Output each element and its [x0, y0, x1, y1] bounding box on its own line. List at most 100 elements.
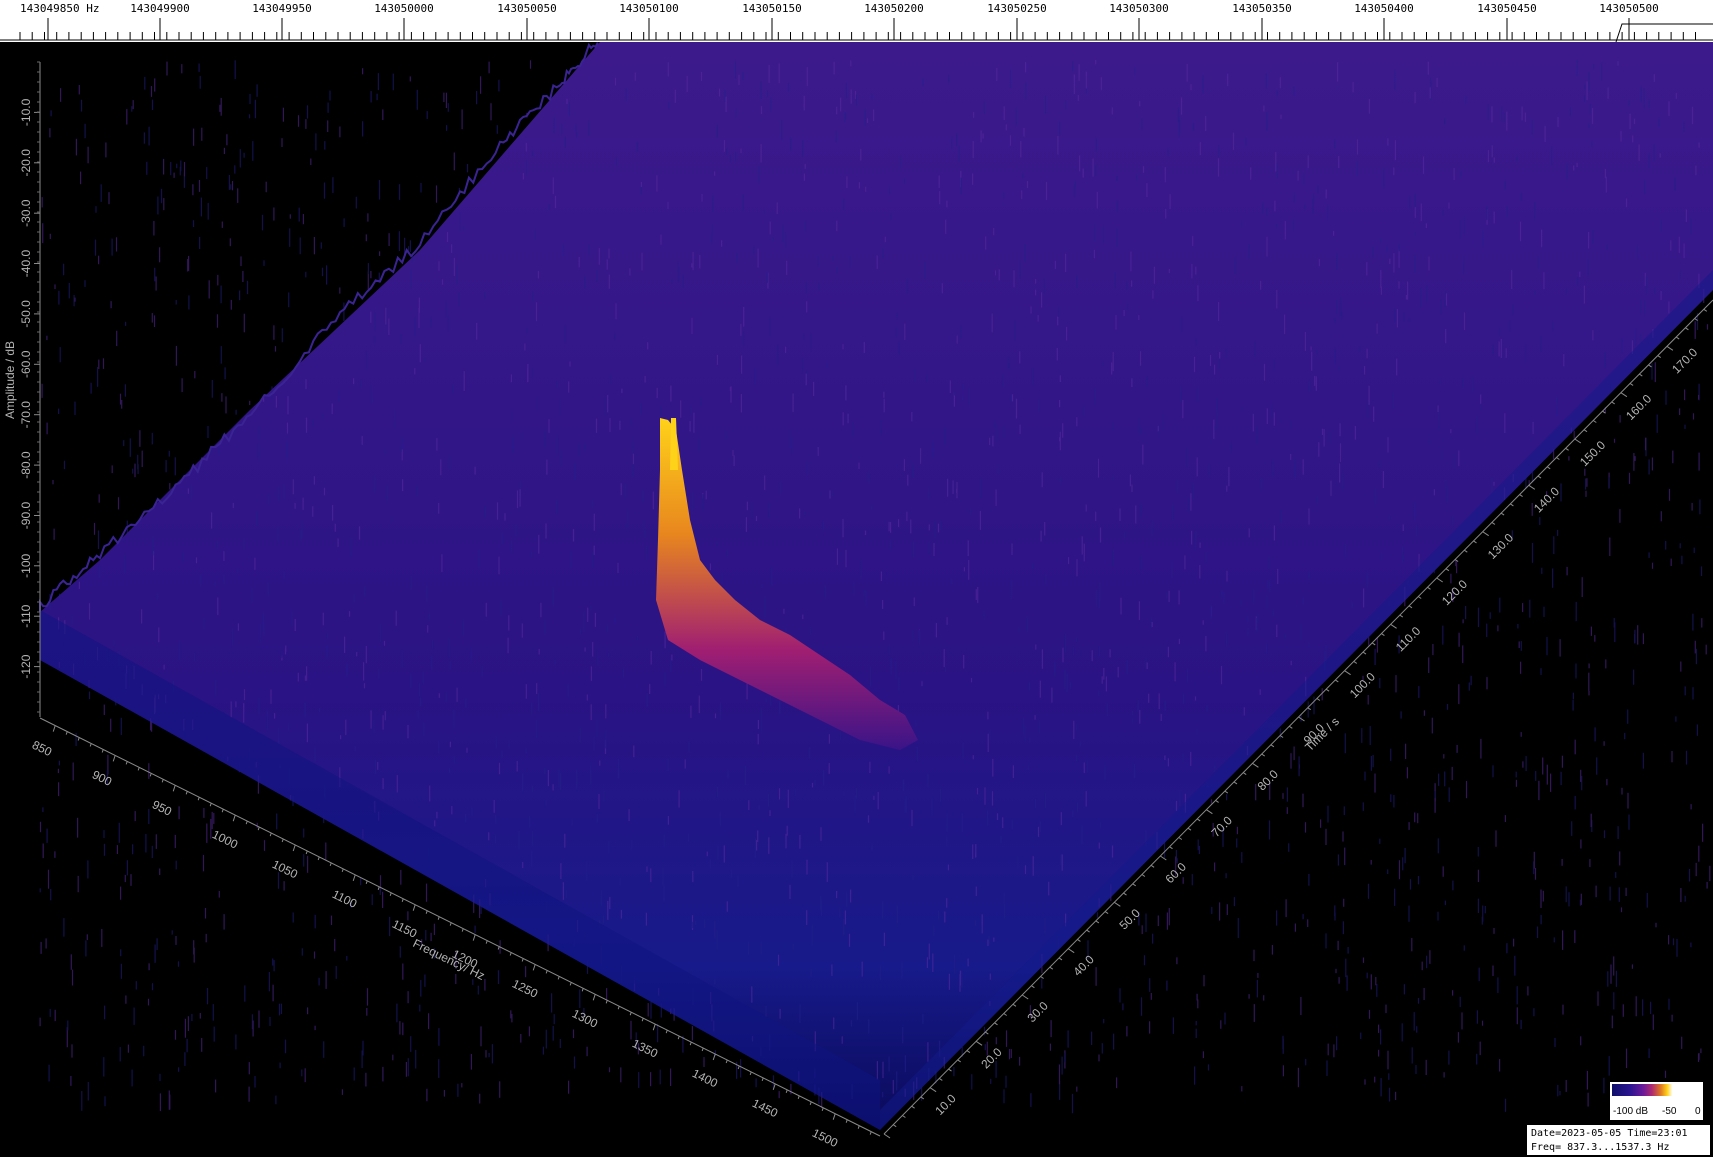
time-tick [1620, 392, 1628, 398]
frequency-tick-label: 1450 [750, 1096, 780, 1120]
time-tick [1583, 429, 1588, 433]
time-tick [1289, 725, 1293, 729]
frequency-tick-label: 1250 [510, 977, 540, 1001]
time-tick-label: 100.0 [1347, 669, 1378, 700]
info-date-time: Date=2023-05-05 Time=23:01 [1531, 1128, 1688, 1139]
top-ruler-tick-label: 143050450 [1477, 2, 1537, 15]
frequency-tick [689, 1041, 692, 1046]
time-tick [1224, 790, 1229, 794]
frequency-tick [65, 731, 68, 735]
time-tick [1648, 364, 1652, 368]
amplitude-tick-label: -20.0 [19, 149, 33, 177]
top-ruler-tick-label: 143050050 [497, 2, 557, 15]
time-tick [1491, 521, 1496, 525]
time-tick-label: 10.0 [932, 1091, 959, 1118]
top-ruler-tick-label: 143050100 [619, 2, 679, 15]
time-tick [1104, 911, 1109, 915]
frequency-tick [269, 832, 272, 837]
info-frequency-range: Freq= 837.3...1537.3 Hz [1531, 1142, 1670, 1153]
time-tick-label: 130.0 [1485, 530, 1516, 561]
time-tick [1095, 920, 1100, 924]
frequency-tick-label: 1400 [690, 1066, 720, 1090]
time-tick [1021, 994, 1029, 1000]
time-tick-label: 170.0 [1669, 345, 1700, 376]
time-tick [1353, 660, 1358, 664]
top-ruler-tick-label: 143050150 [742, 2, 802, 15]
time-tick [1675, 336, 1680, 340]
time-tick [1436, 577, 1443, 583]
time-tick [1325, 688, 1330, 692]
frequency-tick [605, 1000, 608, 1004]
time-tick-label: 110.0 [1393, 624, 1424, 655]
top-ruler-unit-label: 143049850 Hz [20, 2, 99, 15]
top-ruler-tick-label: 143050350 [1232, 2, 1292, 15]
time-tick [1362, 651, 1367, 655]
amplitude-tick-label: -10.0 [19, 98, 33, 126]
time-tick [1316, 698, 1321, 701]
time-tick [1215, 799, 1219, 803]
frequency-tick [137, 767, 140, 771]
time-tick [1629, 382, 1634, 386]
time-tick [1261, 753, 1265, 757]
top-ruler-tick-label: 143050250 [987, 2, 1047, 15]
time-tick [892, 1124, 897, 1128]
time-tick [1482, 531, 1489, 537]
time-tick [1067, 948, 1075, 954]
top-ruler-tick-label: 143050200 [864, 2, 924, 15]
frequency-tick [472, 934, 476, 941]
top-ruler-tick-label: 143050400 [1354, 2, 1414, 15]
time-tick [1114, 901, 1121, 907]
time-tick [948, 1068, 952, 1072]
time-tick [1593, 420, 1597, 423]
frequency-tick [245, 820, 248, 825]
amplitude-tick-label: -70.0 [19, 401, 33, 429]
amplitude-tick-label: -60.0 [19, 350, 33, 378]
time-tick [1399, 614, 1404, 618]
time-tick [1031, 985, 1035, 989]
frequency-tick [761, 1077, 764, 1082]
time-tick [1639, 373, 1643, 377]
time-tick [929, 1087, 937, 1093]
top-ruler-marker [1615, 23, 1713, 43]
time-tick-label: 150.0 [1577, 438, 1608, 469]
amplitude-tick-label: -90.0 [19, 502, 33, 530]
time-tick-label: 50.0 [1117, 906, 1144, 933]
frequency-tick [712, 1053, 716, 1061]
frequency-tick-label: 1150 [390, 917, 420, 941]
frequency-tick [77, 737, 80, 741]
color-scale-legend: -100 dB -50 0 [1609, 1081, 1704, 1121]
amplitude-tick-label: -80.0 [19, 451, 33, 479]
frequency-tick [461, 928, 464, 932]
time-tick [1335, 679, 1339, 683]
frequency-tick [485, 940, 488, 944]
time-tick-label: 140.0 [1531, 484, 1562, 515]
top-ruler-tick-label: 143050500 [1599, 2, 1659, 15]
frequency-tick [341, 868, 344, 873]
time-tick [1445, 568, 1450, 572]
frequency-tick-label: 1300 [570, 1006, 600, 1030]
amplitude-tick-label: -30.0 [19, 199, 33, 227]
time-tick [1196, 818, 1201, 822]
frequency-tick [101, 749, 104, 753]
time-tick [975, 1040, 983, 1046]
time-tick [902, 1115, 906, 1118]
frequency-tick [149, 773, 152, 777]
frequency-tick [869, 1131, 872, 1135]
time-tick [1160, 855, 1167, 861]
frequency-tick [845, 1119, 848, 1123]
frequency-tick [521, 958, 524, 962]
amplitude-tick-label: -50.0 [19, 300, 33, 328]
legend-min-label: -100 dB [1613, 1106, 1649, 1117]
time-tick [1611, 401, 1615, 405]
frequency-tick [317, 856, 320, 861]
frequency-tick [352, 874, 356, 882]
time-tick [1537, 475, 1542, 479]
time-tick [966, 1050, 971, 1054]
time-tick [1086, 929, 1090, 933]
frequency-tick-label: 1350 [630, 1036, 660, 1060]
time-tick [1427, 586, 1431, 590]
time-tick [1049, 966, 1054, 970]
time-tick [911, 1105, 915, 1109]
time-tick [1077, 938, 1081, 942]
top-ruler-tick-label: 143049900 [130, 2, 190, 15]
